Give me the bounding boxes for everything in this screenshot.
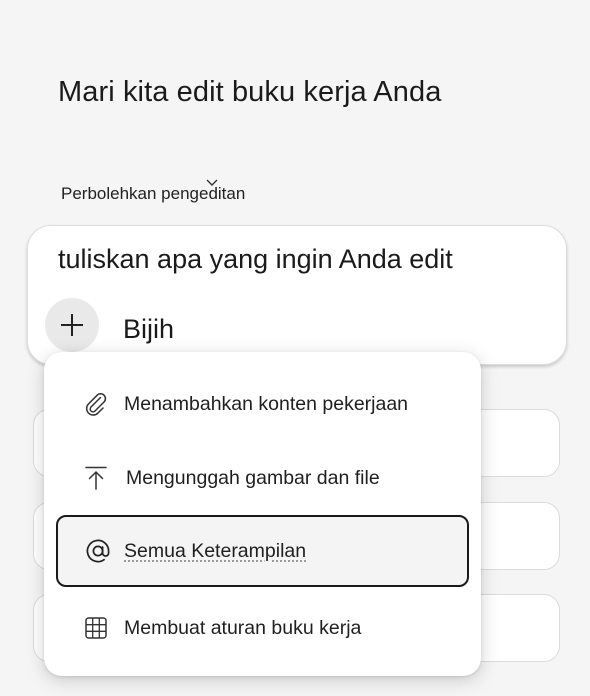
- page: Mari kita edit buku kerja Anda Perbolehk…: [0, 0, 590, 696]
- menu-item-label: Semua Keterampilan: [124, 539, 307, 562]
- menu-item-label: Menambahkan konten pekerjaan: [124, 392, 409, 415]
- menu-item-label: Mengunggah gambar dan file: [126, 466, 380, 489]
- menu-item-upload[interactable]: Mengunggah gambar dan file: [56, 442, 469, 514]
- chevron-down-icon: [206, 179, 218, 186]
- menu-item-label: Membuat aturan buku kerja: [124, 616, 362, 639]
- add-menu: Menambahkan konten pekerjaan Mengunggah …: [44, 352, 481, 676]
- menu-item-add-work-content[interactable]: Menambahkan konten pekerjaan: [56, 368, 469, 440]
- prompt-input[interactable]: tuliskan apa yang ingin Anda edit: [58, 244, 453, 275]
- grid-icon: [82, 614, 110, 642]
- menu-item-all-skills[interactable]: Semua Keterampilan: [56, 515, 469, 587]
- paperclip-icon: [82, 390, 110, 418]
- at-sign-icon: [84, 537, 112, 565]
- plus-icon: [61, 314, 83, 336]
- upload-icon: [82, 464, 110, 492]
- allow-editing-toggle[interactable]: Perbolehkan pengeditan: [61, 179, 245, 204]
- menu-item-workbook-rules[interactable]: Membuat aturan buku kerja: [56, 592, 469, 664]
- add-button[interactable]: [45, 298, 99, 352]
- prompt-box[interactable]: tuliskan apa yang ingin Anda edit Bijih: [27, 225, 567, 365]
- page-title: Mari kita edit buku kerja Anda: [58, 76, 442, 108]
- model-selector[interactable]: Bijih: [123, 314, 174, 345]
